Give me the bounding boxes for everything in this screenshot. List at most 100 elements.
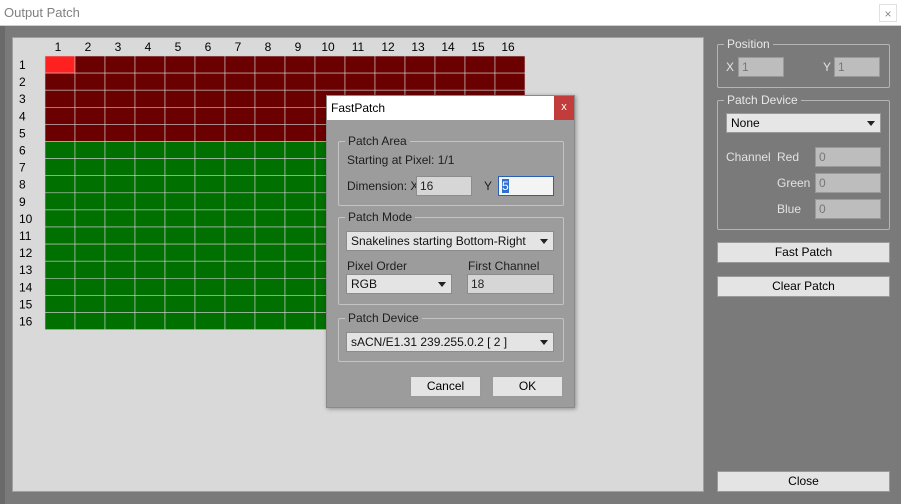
grid-cell[interactable] <box>284 72 316 91</box>
grid-cell[interactable] <box>134 175 166 194</box>
grid-cell[interactable] <box>284 158 316 176</box>
close-button[interactable]: Close <box>717 471 890 492</box>
grid-cell[interactable] <box>134 158 166 176</box>
grid-cell[interactable] <box>194 260 226 279</box>
blue-channel-field[interactable]: 0 <box>815 199 881 219</box>
grid-cell[interactable] <box>104 192 136 211</box>
grid-cell[interactable] <box>44 312 76 330</box>
grid-cell[interactable] <box>314 72 346 91</box>
grid-cell[interactable] <box>224 209 256 228</box>
grid-cell[interactable] <box>284 278 316 296</box>
grid-cell[interactable] <box>284 209 316 228</box>
grid-cell[interactable] <box>254 192 286 211</box>
grid-cell[interactable] <box>254 278 286 296</box>
grid-cell[interactable] <box>164 89 196 108</box>
grid-cell[interactable] <box>104 243 136 262</box>
grid-cell[interactable] <box>164 295 196 313</box>
grid-cell[interactable] <box>104 226 136 245</box>
grid-cell[interactable] <box>134 243 166 262</box>
grid-cell[interactable] <box>224 175 256 194</box>
grid-cell[interactable] <box>284 141 316 159</box>
grid-cell[interactable] <box>434 55 466 74</box>
grid-cell[interactable] <box>74 107 106 125</box>
grid-cell[interactable] <box>224 312 256 330</box>
grid-cell[interactable] <box>284 175 316 194</box>
grid-cell[interactable] <box>254 209 286 228</box>
grid-cell[interactable] <box>74 89 106 108</box>
grid-cell[interactable] <box>44 243 76 262</box>
grid-cell[interactable] <box>374 55 406 74</box>
grid-cell[interactable] <box>104 55 136 74</box>
grid-cell[interactable] <box>74 278 106 296</box>
grid-cell[interactable] <box>164 226 196 245</box>
grid-cell[interactable] <box>284 89 316 108</box>
grid-cell[interactable] <box>224 243 256 262</box>
grid-cell[interactable] <box>44 124 76 142</box>
grid-cell[interactable] <box>194 226 226 245</box>
grid-cell[interactable] <box>404 55 436 74</box>
grid-cell[interactable] <box>164 260 196 279</box>
grid-cell[interactable] <box>134 278 166 296</box>
dialog-close-icon[interactable]: x <box>554 96 574 120</box>
grid-cell[interactable] <box>44 141 76 159</box>
grid-cell[interactable] <box>74 312 106 330</box>
grid-cell[interactable] <box>194 124 226 142</box>
grid-cell[interactable] <box>434 72 466 91</box>
grid-cell[interactable] <box>104 312 136 330</box>
grid-cell[interactable] <box>74 72 106 91</box>
grid-cell[interactable] <box>44 72 76 91</box>
grid-cell[interactable] <box>74 295 106 313</box>
grid-cell[interactable] <box>134 72 166 91</box>
grid-cell[interactable] <box>164 55 196 74</box>
grid-cell[interactable] <box>104 158 136 176</box>
fast-patch-button[interactable]: Fast Patch <box>717 242 890 263</box>
window-close-icon[interactable]: × <box>879 4 897 22</box>
grid-cell[interactable] <box>464 55 496 74</box>
grid-cell[interactable] <box>164 192 196 211</box>
grid-cell[interactable] <box>284 107 316 125</box>
grid-cell[interactable] <box>164 312 196 330</box>
clear-patch-button[interactable]: Clear Patch <box>717 276 890 297</box>
grid-cell[interactable] <box>134 89 166 108</box>
grid-cell[interactable] <box>224 55 256 74</box>
pixel-order-select[interactable]: RGB <box>346 274 452 294</box>
grid-cell[interactable] <box>194 107 226 125</box>
grid-cell[interactable] <box>224 141 256 159</box>
grid-cell[interactable] <box>74 209 106 228</box>
grid-cell[interactable] <box>374 72 406 91</box>
grid-cell[interactable] <box>224 260 256 279</box>
grid-cell[interactable] <box>284 243 316 262</box>
grid-cell[interactable] <box>254 243 286 262</box>
grid-cell[interactable] <box>104 295 136 313</box>
grid-cell[interactable] <box>104 124 136 142</box>
grid-cell[interactable] <box>134 55 166 74</box>
grid-cell[interactable] <box>44 158 76 176</box>
grid-cell[interactable] <box>224 192 256 211</box>
grid-cell[interactable] <box>194 192 226 211</box>
grid-cell[interactable] <box>194 295 226 313</box>
grid-cell[interactable] <box>134 107 166 125</box>
grid-cell[interactable] <box>104 107 136 125</box>
grid-cell[interactable] <box>44 192 76 211</box>
grid-cell[interactable] <box>254 226 286 245</box>
grid-cell[interactable] <box>254 175 286 194</box>
position-x-field[interactable]: 1 <box>738 57 784 77</box>
grid-cell[interactable] <box>134 141 166 159</box>
grid-cell[interactable] <box>134 226 166 245</box>
grid-cell[interactable] <box>74 226 106 245</box>
grid-cell[interactable] <box>164 124 196 142</box>
grid-cell[interactable] <box>44 107 76 125</box>
grid-cell[interactable] <box>134 260 166 279</box>
grid-cell[interactable] <box>344 72 376 91</box>
first-channel-field[interactable]: 18 <box>467 274 554 294</box>
grid-cell[interactable] <box>44 55 76 74</box>
grid-cell[interactable] <box>44 89 76 108</box>
grid-cell[interactable] <box>104 89 136 108</box>
grid-cell[interactable] <box>74 158 106 176</box>
grid-cell[interactable] <box>104 209 136 228</box>
grid-cell[interactable] <box>74 124 106 142</box>
grid-cell[interactable] <box>104 141 136 159</box>
ok-button[interactable]: OK <box>492 376 563 397</box>
grid-cell[interactable] <box>284 226 316 245</box>
grid-cell[interactable] <box>134 295 166 313</box>
